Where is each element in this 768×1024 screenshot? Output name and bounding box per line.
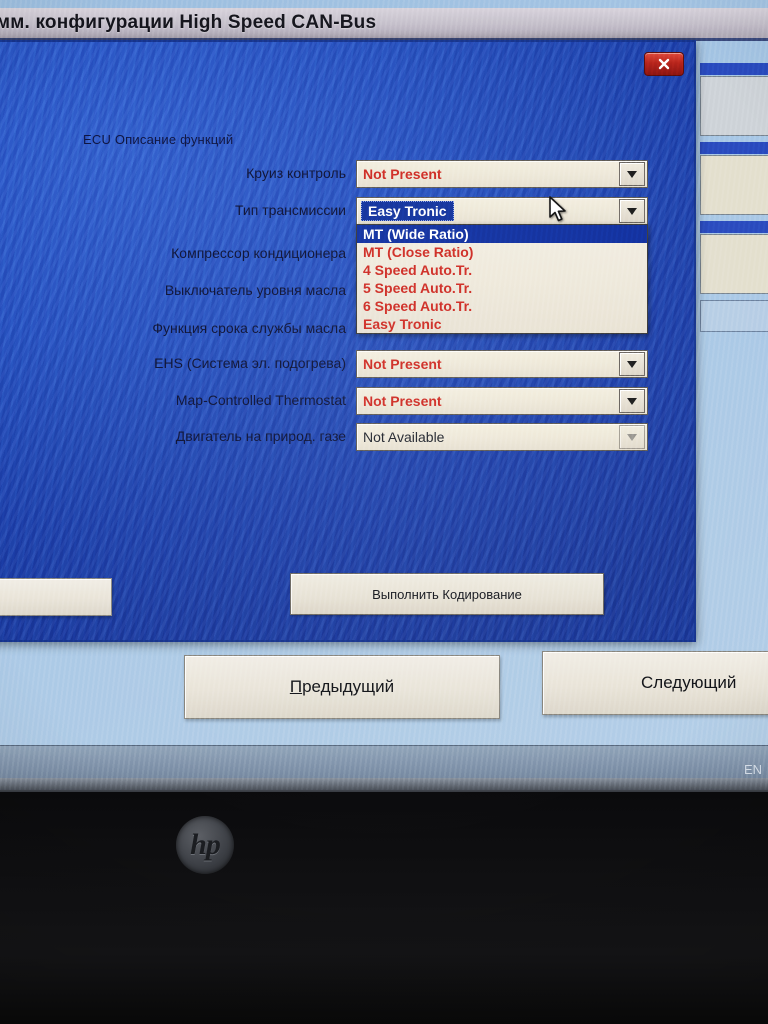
dropdown-option[interactable]: MT (Close Ratio) — [357, 243, 647, 261]
chevron-down-icon[interactable] — [619, 199, 645, 223]
chevron-down-icon[interactable] — [619, 389, 645, 413]
chevron-down-icon[interactable] — [619, 162, 645, 186]
background-panel — [700, 155, 768, 215]
row-label: Выключатель уровня масла — [164, 282, 346, 298]
previous-button-accelerator: П — [289, 677, 303, 696]
row-label: Функция срока службы масла — [152, 320, 346, 336]
combo-cruise-control[interactable]: Not Present — [356, 160, 648, 188]
config-row: Тип трансмиссии Easy Tronic — [0, 197, 694, 225]
row-label: EHS (Система эл. подогрева) — [154, 355, 346, 371]
close-button[interactable] — [644, 52, 684, 76]
row-label: Map-Controlled Thermostat — [175, 392, 346, 408]
row-label: Двигатель на природ. газе — [175, 428, 346, 444]
partial-left-button[interactable] — [0, 578, 112, 616]
config-row: Круиз контроль Not Present — [0, 160, 694, 188]
combo-map-controlled-thermostat[interactable]: Not Present — [356, 387, 648, 415]
language-indicator[interactable]: EN — [744, 762, 762, 777]
bezel-highlight — [0, 778, 768, 792]
combo-transmission-type[interactable]: Easy Tronic — [356, 197, 648, 225]
dropdown-option[interactable]: 6 Speed Auto.Tr. — [357, 297, 647, 315]
ecu-configuration-dialog: ECU Описание функций Круиз контроль Not … — [0, 40, 696, 642]
combo-value: Not Present — [363, 356, 442, 372]
background-strip — [700, 142, 768, 154]
laptop-screen: мм. конфигурации High Speed CAN-Bus ECU … — [0, 0, 768, 790]
background-strip — [700, 63, 768, 75]
dropdown-option[interactable]: 4 Speed Auto.Tr. — [357, 261, 647, 279]
chevron-down-icon[interactable] — [619, 425, 645, 449]
dropdown-option[interactable]: 5 Speed Auto.Tr. — [357, 279, 647, 297]
row-label: Тип трансмиссии — [234, 202, 346, 218]
combo-natural-gas-engine[interactable]: Not Available — [356, 423, 648, 451]
hp-logo-icon: hp — [176, 816, 234, 874]
transmission-type-dropdown-list[interactable]: MT (Wide Ratio) MT (Close Ratio) 4 Speed… — [356, 224, 648, 334]
close-x-icon — [658, 58, 670, 70]
hp-logo-text: hp — [190, 828, 221, 861]
background-panel — [700, 300, 768, 332]
previous-button[interactable]: Предыдущий — [184, 655, 500, 719]
dropdown-option[interactable]: Easy Tronic — [357, 315, 647, 333]
mouse-cursor-icon — [549, 196, 566, 222]
dropdown-option[interactable]: MT (Wide Ratio) — [357, 225, 647, 243]
next-button[interactable]: Следующий — [542, 651, 768, 715]
section-heading: ECU Описание функций — [83, 132, 234, 147]
combo-value: Not Available — [363, 429, 445, 445]
config-row: Двигатель на природ. газе Not Available — [0, 423, 694, 451]
row-label: Компрессор кондиционера — [171, 245, 346, 261]
combo-value: Not Present — [363, 166, 442, 182]
outer-window-title: мм. конфигурации High Speed CAN-Bus — [0, 12, 377, 33]
config-row: Map-Controlled Thermostat Not Present — [0, 387, 694, 415]
background-panel — [700, 76, 768, 136]
photograph-of-laptop-screen: мм. конфигурации High Speed CAN-Bus ECU … — [0, 0, 768, 1024]
laptop-bezel: hp — [0, 778, 768, 1024]
background-strip — [700, 221, 768, 233]
combo-value: Not Present — [363, 393, 442, 409]
previous-button-label: редыдущий — [302, 677, 395, 696]
chevron-down-icon[interactable] — [619, 352, 645, 376]
config-row: EHS (Система эл. подогрева) Not Present — [0, 350, 694, 378]
combo-value-selected: Easy Tronic — [361, 201, 454, 221]
combo-ehs-heater[interactable]: Not Present — [356, 350, 648, 378]
execute-coding-button[interactable]: Выполнить Кодирование — [290, 573, 604, 615]
row-label: Круиз контроль — [246, 165, 346, 181]
background-panel — [700, 234, 768, 294]
